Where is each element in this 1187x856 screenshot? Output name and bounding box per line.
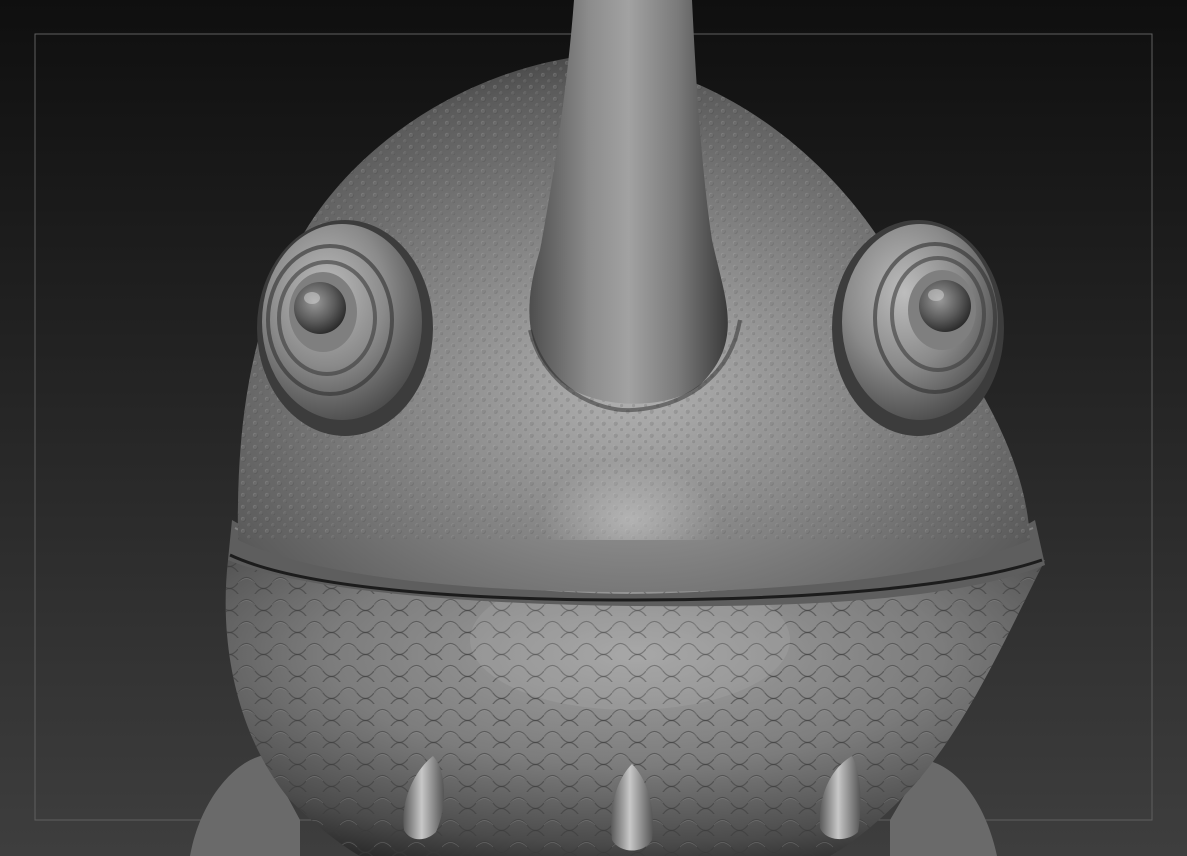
left-eye bbox=[257, 220, 433, 436]
right-eye bbox=[832, 220, 1004, 436]
left-pupil bbox=[294, 282, 346, 334]
sculpt-render bbox=[0, 0, 1187, 856]
right-pupil bbox=[919, 280, 971, 332]
canvas-viewport[interactable] bbox=[0, 0, 1187, 856]
